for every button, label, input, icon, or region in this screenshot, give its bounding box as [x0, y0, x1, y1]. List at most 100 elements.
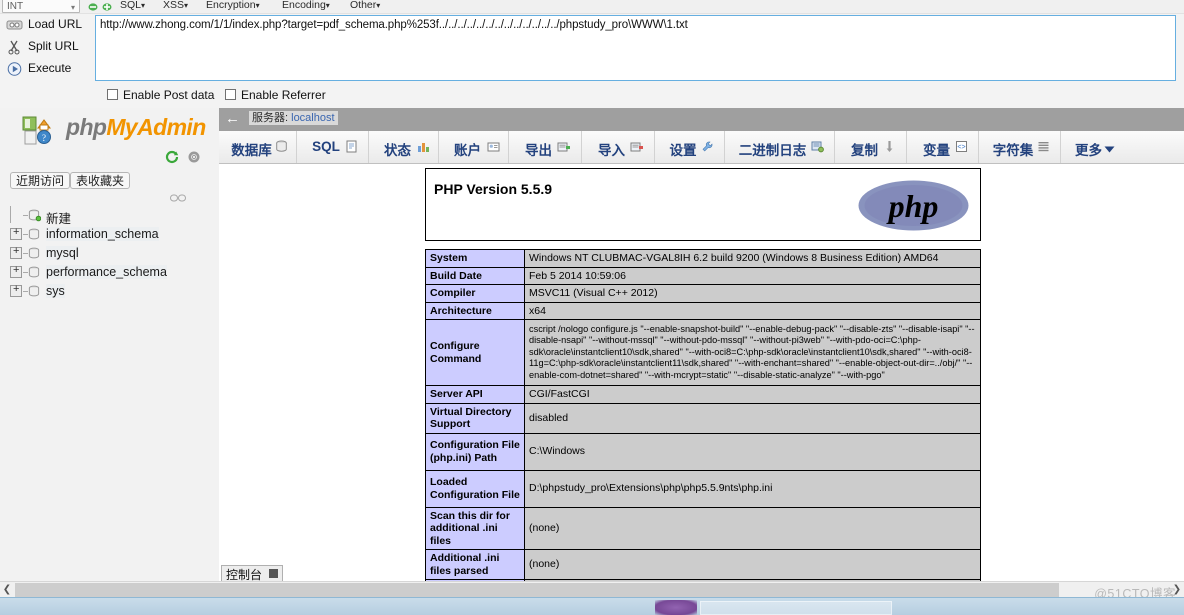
play-icon — [6, 61, 23, 77]
chevron-down-icon: ▾ — [255, 1, 260, 10]
scrollbar-thumb[interactable] — [15, 583, 1059, 597]
row-key: Server API — [425, 385, 525, 404]
table-row: Additional .ini files parsed (none) — [425, 549, 981, 580]
scroll-left-icon[interactable]: ❮ — [0, 583, 14, 597]
table-row: Server API CGI/FastCGI — [425, 385, 981, 404]
row-value: C:\Windows — [524, 432, 981, 471]
chip-recent[interactable]: 近期访问 — [10, 172, 71, 189]
refresh-icon[interactable] — [165, 150, 179, 167]
hackbar-menubar: INT ▾ SQL▾ XSS▾ Encryption▾ Encoding▾ Ot… — [0, 0, 1184, 14]
charset-icon — [1037, 140, 1050, 153]
row-value: disabled — [524, 402, 981, 434]
gear-icon[interactable] — [187, 150, 201, 167]
php-version-header: PHP Version 5.5.9 php — [425, 168, 981, 241]
expand-icon[interactable] — [10, 264, 22, 278]
logo-icon: ? — [22, 116, 64, 146]
split-url-button[interactable]: Split URL — [0, 36, 95, 58]
row-value: cscript /nologo configure.js "--enable-s… — [524, 319, 981, 386]
table-row: Build Date Feb 5 2014 10:59:06 — [425, 266, 981, 285]
url-input[interactable]: http://www.zhong.com/1/1/index.php?targe… — [95, 15, 1176, 81]
table-row: Loaded Configuration File D:\phpstudy_pr… — [425, 469, 981, 508]
php-version-title: PHP Version 5.5.9 — [434, 181, 553, 197]
tree-node-information_schema[interactable]: information_schema — [6, 225, 216, 244]
expand-icon[interactable] — [10, 226, 22, 240]
row-key: Scan this dir for additional .ini files — [425, 506, 525, 550]
row-value: Feb 5 2014 10:59:06 — [524, 266, 981, 285]
tab-more[interactable]: 更多 — [1061, 131, 1127, 163]
chip-favorites[interactable]: 表收藏夹 — [70, 172, 131, 189]
menu-encoding[interactable]: Encoding▾ — [282, 0, 330, 11]
phpmyadmin-logo[interactable]: ? phpMyAdmin — [22, 114, 217, 150]
row-value: (none) — [524, 506, 981, 550]
logo-text: phpMyAdmin — [66, 114, 206, 140]
hackbar-actions: Load URL Split URL Execute — [0, 14, 95, 94]
tab-binary-log[interactable]: 二进制日志 — [725, 131, 835, 163]
tree-node-performance_schema[interactable]: performance_schema — [6, 263, 216, 282]
console-bar[interactable]: 控制台 — [221, 565, 283, 581]
type-select[interactable]: INT ▾ — [2, 0, 80, 13]
table-row: Compiler MSVC11 (Visual C++ 2012) — [425, 284, 981, 303]
chevron-down-icon: ▾ — [184, 1, 189, 10]
screen: INT ▾ SQL▾ XSS▾ Encryption▾ Encoding▾ Ot… — [0, 0, 1184, 615]
tree-node-label: performance_schema — [46, 265, 167, 279]
tree-node-new[interactable]: 新建 — [6, 206, 216, 226]
php-logo-icon: php — [857, 179, 970, 232]
main-content: ← 服务器: localhost 数据库 SQL 状态 账户 导出 导入 设置 … — [219, 108, 1184, 581]
tree-node-sys[interactable]: sys — [6, 282, 216, 301]
database-icon — [28, 247, 41, 260]
row-value: MSVC11 (Visual C++ 2012) — [524, 284, 981, 303]
type-select-value: INT — [7, 1, 24, 12]
row-key: System — [425, 249, 525, 268]
chevron-down-icon: ▾ — [376, 1, 381, 10]
console-label: 控制台 — [226, 568, 263, 581]
row-key: Compiler — [425, 284, 525, 303]
row-value: Windows NT CLUBMAC-VGAL8IH 6.2 build 920… — [524, 249, 981, 268]
menu-sql[interactable]: SQL▾ — [120, 0, 145, 11]
load-url-label: Load URL — [28, 17, 83, 31]
url-input-value: http://www.zhong.com/1/1/index.php?targe… — [100, 19, 688, 31]
row-key: Virtual Directory Support — [425, 402, 525, 434]
horizontal-scrollbar[interactable]: ❮ ❯ — [0, 581, 1184, 598]
svg-text:?: ? — [42, 133, 46, 143]
taskbar-item[interactable] — [700, 601, 892, 615]
database-icon — [28, 285, 41, 298]
scissors-icon — [6, 39, 23, 55]
execute-button[interactable]: Execute — [0, 58, 95, 80]
enable-post-data-label: Enable Post data — [123, 88, 215, 102]
tab-charset[interactable]: 字符集 — [979, 131, 1061, 163]
add-icon[interactable] — [102, 1, 112, 11]
back-arrow-icon[interactable]: ← — [225, 110, 240, 127]
table-row: Virtual Directory Support disabled — [425, 402, 981, 434]
chevron-down-icon — [1103, 143, 1116, 156]
load-url-button[interactable]: Load URL — [0, 14, 95, 36]
tree-node-label: mysql — [46, 246, 79, 260]
taskbar-glow — [655, 600, 697, 615]
main-tabs: 数据库 SQL 状态 账户 导出 导入 设置 二进制日志 复制 变量 <> 字符集… — [219, 131, 1184, 164]
row-key: Build Date — [425, 266, 525, 285]
split-url-label: Split URL — [28, 39, 79, 53]
tree-node-mysql[interactable]: mysql — [6, 244, 216, 263]
expand-icon[interactable] — [10, 245, 22, 259]
link-icon[interactable] — [170, 192, 186, 202]
chevron-down-icon: ▾ — [325, 1, 330, 10]
svg-text:<>: <> — [957, 144, 965, 151]
row-value: D:\phpstudy_pro\Extensions\php\php5.5.9n… — [524, 469, 981, 508]
navigation-sidebar: ? phpMyAdmin 近期访问 表收藏夹 新建 + information_… — [0, 108, 220, 581]
row-value: CGI/FastCGI — [524, 385, 981, 404]
remove-icon[interactable] — [88, 1, 98, 11]
table-row: Architecture x64 — [425, 301, 981, 320]
menu-encryption[interactable]: Encryption▾ — [206, 0, 260, 11]
table-row: Configure Command cscript /nologo config… — [425, 319, 981, 386]
expand-icon[interactable] — [10, 283, 22, 297]
row-value: x64 — [524, 301, 981, 320]
row-key: Loaded Configuration File — [425, 469, 525, 508]
checkbox-box — [107, 89, 118, 100]
tree-node-label: sys — [46, 284, 65, 298]
console-toggle-icon[interactable] — [269, 569, 278, 578]
table-row: Configuration File (php.ini) Path C:\Win… — [425, 432, 981, 471]
menu-other[interactable]: Other▾ — [350, 0, 380, 11]
menu-xss[interactable]: XSS▾ — [163, 0, 188, 11]
svg-text:php: php — [886, 188, 939, 224]
taskbar — [0, 597, 1184, 615]
table-row: Scan this dir for additional .ini files … — [425, 506, 981, 550]
